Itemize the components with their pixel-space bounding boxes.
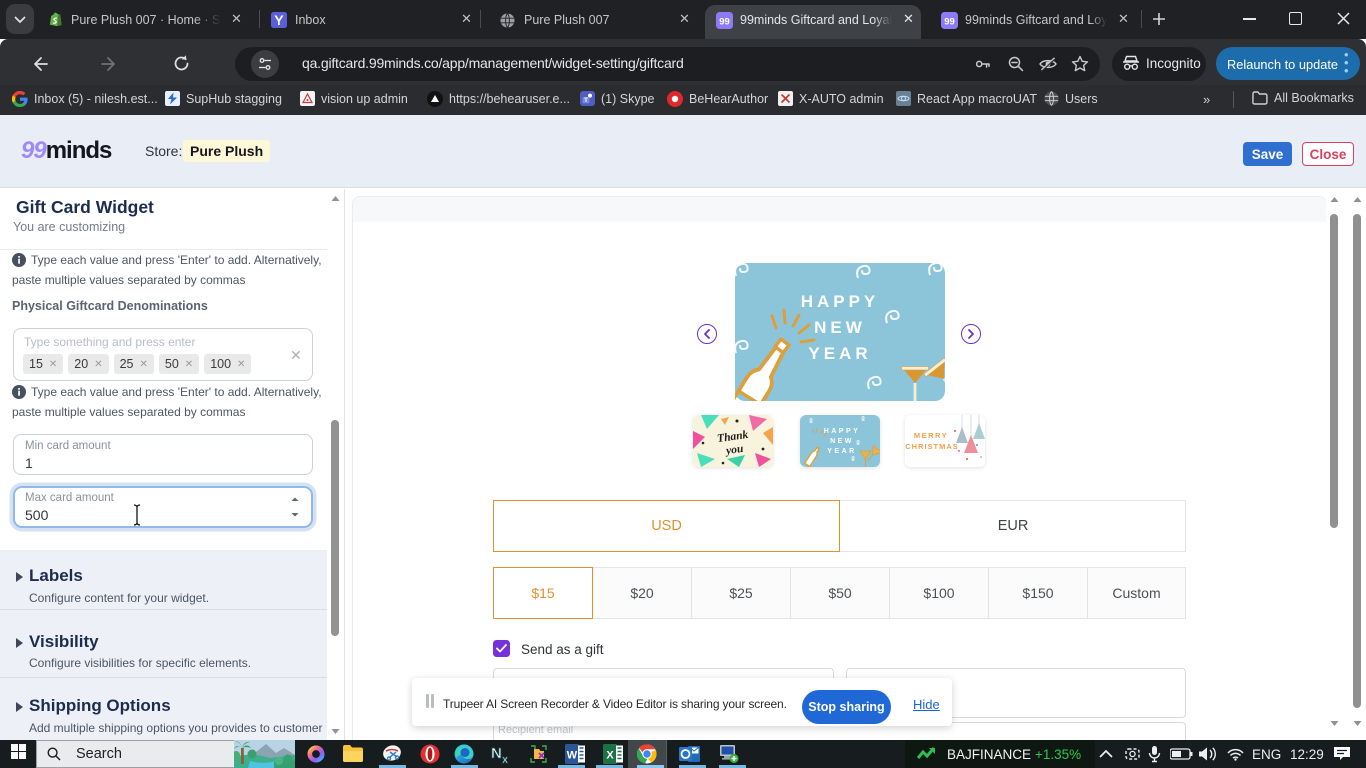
svg-text:MERRY: MERRY [914,431,948,440]
svg-text:T: T [584,97,588,104]
svg-text:NEW: NEW [814,318,866,337]
svg-text:HAPPY: HAPPY [824,428,861,435]
svg-text:x: x [502,754,509,765]
svg-text:HAPPY: HAPPY [801,292,880,311]
svg-text:NEW: NEW [830,438,854,445]
svg-text:99: 99 [944,16,955,27]
svg-text:W: W [567,750,578,762]
svg-text:N: N [491,745,502,762]
svg-text:X: X [606,750,614,762]
svg-text:99: 99 [719,16,730,27]
svg-text:YEAR: YEAR [827,448,856,455]
svg-text:CHRISTMAS: CHRISTMAS [905,442,959,451]
svg-text:YEAR: YEAR [808,344,871,363]
